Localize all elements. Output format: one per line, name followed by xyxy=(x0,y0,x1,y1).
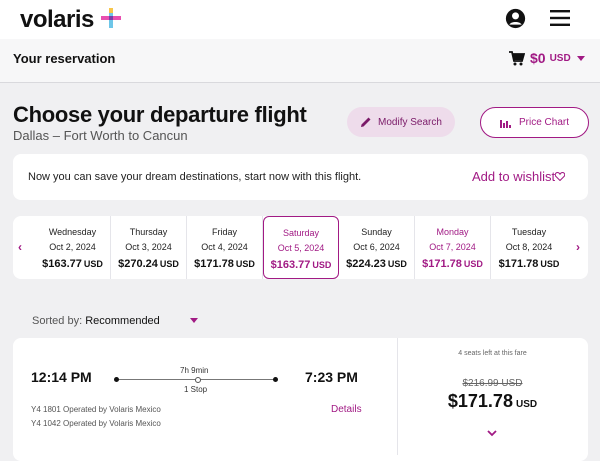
date-day: Sunday xyxy=(361,227,392,237)
date-currency: USD xyxy=(312,260,332,270)
cart-currency: USD xyxy=(549,52,571,64)
reservation-bar: Your reservation $0 USD xyxy=(0,39,600,83)
date-price: $224.23 xyxy=(346,258,386,270)
chevron-down-icon xyxy=(576,55,585,61)
date-option[interactable]: Monday Oct 7, 2024 $171.78 USD xyxy=(415,216,491,279)
chevron-down-icon[interactable] xyxy=(487,430,497,437)
sort-dropdown[interactable]: Sorted by: Recommended xyxy=(32,315,160,327)
date-currency: USD xyxy=(540,259,560,269)
fare-price[interactable]: $171.78 USD xyxy=(397,391,588,412)
departure-time: 12:14 PM xyxy=(31,369,92,385)
cart-amount: $0 xyxy=(530,50,546,66)
seats-left: 4 seats left at this fare xyxy=(458,350,527,357)
cart-button[interactable]: $0 USD xyxy=(509,50,585,66)
sort-label: Sorted by: xyxy=(32,315,83,327)
date-day: Saturday xyxy=(282,228,320,238)
date-price: $163.77 xyxy=(42,258,82,270)
wishlist-message: Now you can save your dream destinations… xyxy=(28,171,362,183)
chevron-left-icon[interactable]: ‹ xyxy=(18,240,22,254)
operated-by: Y4 1801 Operated by Volaris Mexico xyxy=(31,405,161,414)
date-price: $163.77 xyxy=(270,259,311,271)
date-price: $171.78 xyxy=(422,258,462,270)
flight-card[interactable]: 12:14 PM 7:23 PM 7h 9min 1 Stop Y4 1801 … xyxy=(13,338,588,461)
wishlist-banner: Now you can save your dream destinations… xyxy=(13,154,588,200)
fare-amount: $171.78 xyxy=(447,391,513,411)
date-currency: USD xyxy=(387,259,407,269)
date-date: Oct 3, 2024 xyxy=(125,242,172,252)
wishlist-link-label: Add to wishlist xyxy=(472,169,556,184)
date-selector: ‹ Wednesday Oct 2, 2024 $163.77 USD Thurs… xyxy=(13,216,588,279)
destination-dot xyxy=(273,377,278,382)
date-day: Wednesday xyxy=(48,227,97,237)
volaris-plus-logo xyxy=(101,8,121,28)
date-currency: USD xyxy=(159,259,179,269)
chevron-down-icon[interactable] xyxy=(190,318,198,323)
sort-value: Recommended xyxy=(85,315,160,327)
origin-dot xyxy=(114,377,119,382)
price-chart-label: Price Chart xyxy=(518,117,569,128)
date-option[interactable]: Tuesday Oct 8, 2024 $171.78 USD xyxy=(491,216,567,279)
reservation-title: Your reservation xyxy=(13,51,116,66)
modify-search-button[interactable]: Modify Search xyxy=(347,107,455,137)
date-price: $270.24 xyxy=(118,258,158,270)
account-icon[interactable] xyxy=(505,8,526,29)
modify-search-label: Modify Search xyxy=(378,116,442,128)
add-to-wishlist-link[interactable]: Add to wishlist xyxy=(472,169,566,184)
date-date: Oct 6, 2024 xyxy=(353,242,400,252)
page-title: Choose your departure flight xyxy=(13,102,307,127)
top-header: volaris xyxy=(0,0,600,39)
details-link[interactable]: Details xyxy=(331,404,362,415)
date-day: Friday xyxy=(211,227,237,237)
date-option[interactable]: Friday Oct 4, 2024 $171.78 USD xyxy=(187,216,263,279)
arrival-time: 7:23 PM xyxy=(305,369,358,385)
date-option-selected[interactable]: Saturday Oct 5, 2024 $163.77 USD xyxy=(263,216,339,279)
date-currency: USD xyxy=(83,259,103,269)
date-date: Oct 7, 2024 xyxy=(429,242,476,252)
volaris-logo[interactable]: volaris xyxy=(20,6,94,34)
price-chart-button[interactable]: Price Chart xyxy=(480,107,589,138)
heart-icon xyxy=(555,172,566,181)
menu-icon[interactable] xyxy=(550,10,570,26)
date-price: $171.78 xyxy=(194,258,234,270)
date-currency: USD xyxy=(463,259,483,269)
date-price: $171.78 xyxy=(498,258,539,270)
date-option[interactable]: Thursday Oct 3, 2024 $270.24 USD xyxy=(111,216,187,279)
flight-stops: 1 Stop xyxy=(184,385,208,394)
stop-dot xyxy=(195,377,201,383)
date-date: Oct 4, 2024 xyxy=(201,242,248,252)
date-date: Oct 5, 2024 xyxy=(277,243,325,253)
route-subtitle: Dallas – Fort Worth to Cancun xyxy=(13,128,188,143)
date-day: Monday xyxy=(436,227,469,237)
operated-by: Y4 1042 Operated by Volaris Mexico xyxy=(31,419,161,428)
date-currency: USD xyxy=(235,259,255,269)
date-option[interactable]: Sunday Oct 6, 2024 $224.23 USD xyxy=(339,216,415,279)
date-day: Tuesday xyxy=(511,227,547,237)
chevron-right-icon[interactable]: › xyxy=(576,240,580,254)
date-day: Thursday xyxy=(129,227,168,237)
bar-chart-icon xyxy=(499,119,511,128)
fare-currency: USD xyxy=(515,399,538,410)
original-price: $216.99 USD xyxy=(462,378,523,389)
date-option[interactable]: Wednesday Oct 2, 2024 $163.77 USD xyxy=(35,216,111,279)
date-date: Oct 8, 2024 xyxy=(505,242,553,252)
pencil-icon xyxy=(361,117,371,127)
flight-duration: 7h 9min xyxy=(180,366,209,375)
cart-icon xyxy=(509,50,525,65)
date-date: Oct 2, 2024 xyxy=(49,242,96,252)
